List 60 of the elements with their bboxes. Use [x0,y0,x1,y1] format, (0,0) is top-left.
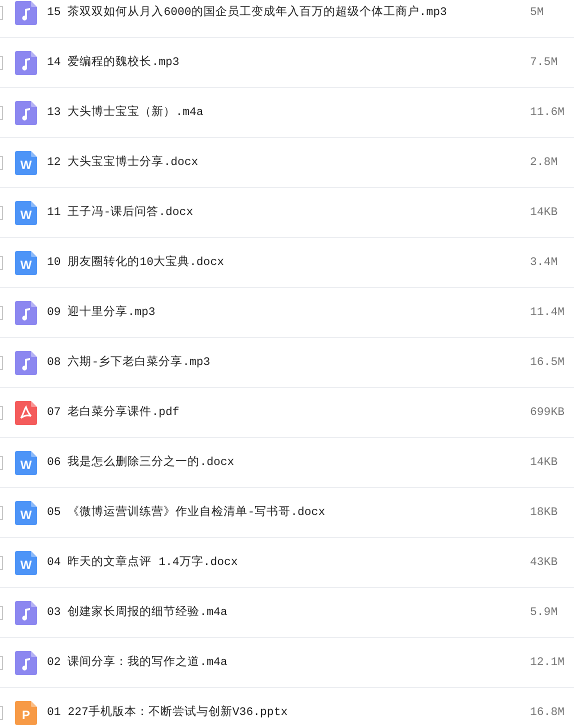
music-file-icon [15,600,37,624]
file-size: 11.4M [530,304,566,321]
row-checkbox[interactable] [0,606,3,620]
row-checkbox[interactable] [0,6,3,20]
row-checkbox[interactable] [0,656,3,670]
row-checkbox[interactable] [0,106,3,120]
word-file-icon: W [15,500,37,524]
file-size: 43KB [530,554,559,571]
file-name[interactable]: 11 王子冯-课后问答.docx [47,204,530,222]
file-size: 11.6M [530,104,566,121]
file-size: 16.8M [530,704,566,721]
file-name[interactable]: 09 迎十里分享.mp3 [47,304,530,322]
word-file-icon: W [15,450,37,474]
row-checkbox[interactable] [0,456,3,470]
word-file-icon: W [15,250,37,274]
music-file-icon [15,300,37,324]
file-name[interactable]: 04 昨天的文章点评 1.4万字.docx [47,554,530,572]
file-size: 699KB [530,404,566,421]
file-size: 7.5M [530,54,559,71]
music-file-icon [15,50,37,74]
row-checkbox[interactable] [0,156,3,170]
file-size: 14KB [530,454,559,471]
file-size: 5M [530,4,545,21]
slides-file-icon: P [15,700,37,724]
file-size: 18KB [530,504,559,521]
file-name[interactable]: 02 课间分享：我的写作之道.m4a [47,654,530,672]
file-name[interactable]: 15 茶双双如何从月入6000的国企员工变成年入百万的超级个体工商户.mp3 [47,4,530,22]
row-checkbox[interactable] [0,56,3,70]
word-file-icon: W [15,550,37,574]
row-checkbox[interactable] [0,206,3,220]
word-file-icon: W [15,200,37,224]
row-checkbox[interactable] [0,706,3,720]
row-checkbox[interactable] [0,306,3,320]
file-size: 2.8M [530,154,559,171]
file-size: 12.1M [530,654,566,671]
row-checkbox[interactable] [0,506,3,520]
row-checkbox[interactable] [0,256,3,270]
file-name[interactable]: 08 六期-乡下老白菜分享.mp3 [47,354,530,372]
row-checkbox[interactable] [0,556,3,570]
music-file-icon [15,350,37,374]
pdf-file-icon [15,400,37,424]
file-name[interactable]: 07 老白菜分享课件.pdf [47,404,530,422]
file-size: 14KB [530,204,559,221]
file-name[interactable]: 13 大头博士宝宝（新）.m4a [47,104,530,122]
file-name[interactable]: 01 227手机版本：不断尝试与创新V36.pptx [47,704,530,722]
file-size: 16.5M [530,354,566,371]
file-name[interactable]: 05 《微博运营训练营》作业自检清单-写书哥.docx [47,504,530,522]
file-size: 5.9M [530,604,559,621]
file-name[interactable]: 10 朋友圈转化的10大宝典.docx [47,254,530,272]
music-file-icon [15,650,37,674]
file-name[interactable]: 14 爱编程的魏校长.mp3 [47,54,530,72]
word-file-icon: W [15,150,37,174]
row-checkbox[interactable] [0,356,3,370]
file-name[interactable]: 12 大头宝宝博士分享.docx [47,154,530,172]
file-name[interactable]: 03 创建家长周报的细节经验.m4a [47,604,530,622]
row-checkbox[interactable] [0,406,3,420]
music-file-icon [15,100,37,124]
file-name[interactable]: 06 我是怎么删除三分之一的.docx [47,454,530,472]
music-file-icon [15,0,37,24]
file-size: 3.4M [530,254,559,271]
